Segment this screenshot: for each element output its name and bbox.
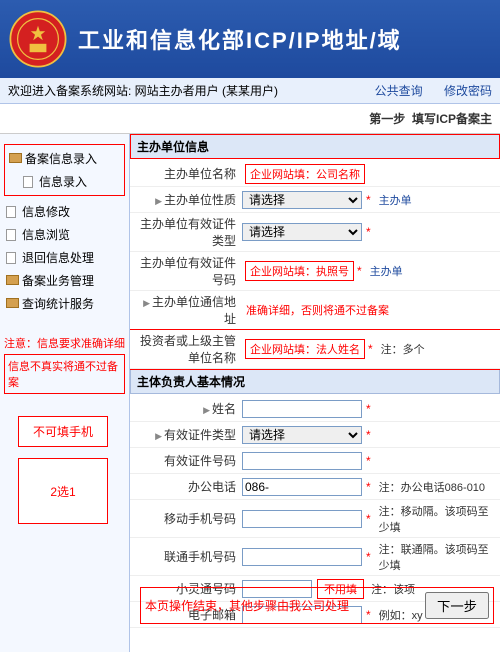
sidebar-note-1: 注意：信息要求准确详细 [4, 335, 125, 351]
tree-root[interactable]: 备案信息录入 [7, 147, 122, 170]
label-office-phone: 办公电话 [130, 476, 240, 497]
change-password-link[interactable]: 修改密码 [444, 84, 492, 98]
footer-note: 本页操作结束，其他步骤由我公司处理 [145, 597, 349, 614]
select-pcert-type[interactable]: 请选择 [242, 426, 362, 444]
tree-biz-mgmt[interactable]: 备案业务管理 [4, 269, 125, 292]
label-address: 主办单位通信地址 [130, 291, 240, 329]
label-pcert-no: 有效证件号码 [130, 450, 240, 471]
app-title: 工业和信息化部ICP/IP地址/域 [78, 23, 402, 55]
sidebar-note-2: 信息不真实将通不过备案 [4, 354, 125, 394]
label-investor: 投资者或上级主管单位名称 [130, 330, 240, 368]
label-mobile: 移动手机号码 [130, 508, 240, 529]
next-button[interactable]: 下一步 [425, 592, 489, 619]
welcome-text: 欢迎进入备案系统网站: 网站主办者用户 (某某用户) [8, 82, 278, 99]
input-name[interactable] [242, 400, 362, 418]
hint-address: 准确详细，否则将通不过备案 [246, 302, 389, 318]
footer-bar: 本页操作结束，其他步骤由我公司处理 下一步 [140, 587, 494, 624]
input-mobile[interactable] [242, 510, 362, 528]
tree-query-stats[interactable]: 查询统计服务 [4, 292, 125, 315]
hint-investor: 企业网站填：法人姓名 [246, 340, 364, 358]
select-cert-type[interactable]: 请选择 [242, 223, 362, 241]
sidebar: 备案信息录入 信息录入 信息修改 信息浏览 退回信息处理 备案业务管理 查询统计… [0, 134, 130, 652]
app-header: 工业和信息化部ICP/IP地址/域 [0, 0, 500, 78]
label-cert-type: 主办单位有效证件类型 [130, 213, 240, 251]
annotation-no-mobile: 不可填手机 [18, 416, 108, 447]
label-name: 姓名 [130, 398, 240, 419]
hint-cert-no: 企业网站填：执照号 [246, 262, 353, 280]
tree-info-entry[interactable]: 信息录入 [21, 170, 122, 193]
label-org-name: 主办单位名称 [130, 163, 240, 184]
label-org-nature: 主办单位性质 [130, 189, 240, 210]
hint-org-name: 企业网站填：公司名称 [246, 165, 364, 183]
tree-info-edit[interactable]: 信息修改 [4, 200, 125, 223]
label-unicom: 联通手机号码 [130, 546, 240, 567]
main-content: 主办单位信息 主办单位名称企业网站填：公司名称 主办单位性质请选择*主办单 主办… [130, 134, 500, 652]
label-pcert-type: 有效证件类型 [130, 424, 240, 445]
section-1-title: 主办单位信息 [130, 134, 500, 159]
annotation-two-of-one: 2选1 [18, 458, 108, 524]
step-bar: 第一步 填写ICP备案主 [0, 104, 500, 134]
public-query-link[interactable]: 公共查询 [375, 84, 423, 98]
input-unicom[interactable] [242, 548, 362, 566]
label-cert-no: 主办单位有效证件号码 [130, 252, 240, 290]
input-office-phone[interactable] [242, 478, 362, 496]
input-pcert-no[interactable] [242, 452, 362, 470]
national-emblem-icon [8, 9, 68, 69]
tree-info-return[interactable]: 退回信息处理 [4, 246, 125, 269]
select-org-nature[interactable]: 请选择 [242, 191, 362, 209]
tree-info-view[interactable]: 信息浏览 [4, 223, 125, 246]
top-bar: 欢迎进入备案系统网站: 网站主办者用户 (某某用户) 公共查询 修改密码 [0, 78, 500, 104]
section-2-title: 主体负责人基本情况 [130, 369, 500, 394]
